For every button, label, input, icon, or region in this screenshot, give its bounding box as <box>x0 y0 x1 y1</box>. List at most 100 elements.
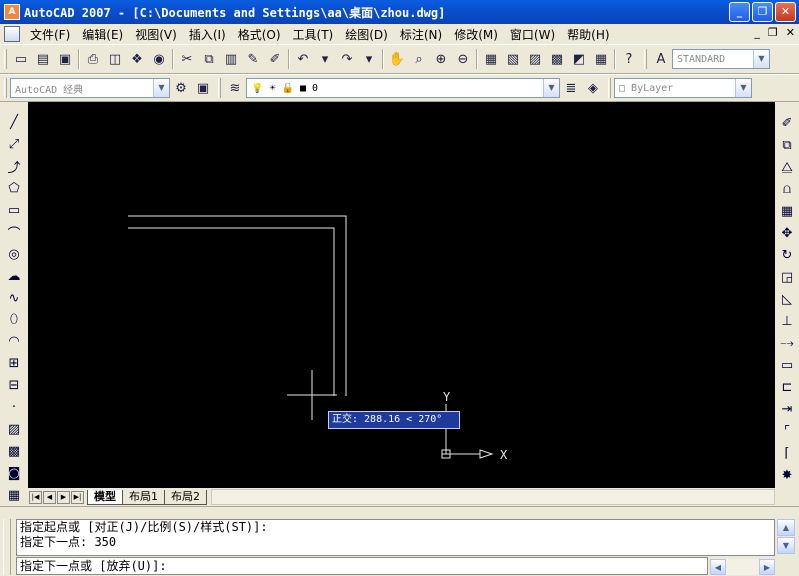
save-icon[interactable]: ▣ <box>54 48 76 70</box>
spline-icon[interactable]: ∿ <box>4 287 24 309</box>
command-input[interactable]: 指定下一点或 [放弃(U)]: <box>16 557 708 575</box>
design-center-icon[interactable]: ▧ <box>502 48 524 70</box>
menu-dimension[interactable]: 标注(N) <box>394 26 448 43</box>
undo-dropdown-icon[interactable]: ▾ <box>314 48 336 70</box>
extend-icon[interactable]: ⤍ <box>777 332 797 354</box>
revision-cloud-icon[interactable]: ☁ <box>4 265 24 287</box>
scroll-left-icon[interactable]: ◀ <box>710 559 726 575</box>
markup-icon[interactable]: ◩ <box>568 48 590 70</box>
help-icon[interactable]: ? <box>618 48 640 70</box>
copy-object-icon[interactable]: ⧉ <box>777 134 797 156</box>
break-at-point-icon[interactable]: ▭ <box>777 354 797 376</box>
color-control-select[interactable]: □ ByLayer ▼ <box>614 78 752 98</box>
make-object-layer-current-icon[interactable]: ≣ <box>560 77 582 99</box>
new-file-icon[interactable]: ▭ <box>10 48 32 70</box>
title-bar[interactable]: A AutoCAD 2007 - [C:\Documents and Setti… <box>0 0 799 24</box>
tool-palettes-icon[interactable]: ▨ <box>524 48 546 70</box>
doc-minimize-button[interactable]: _ <box>754 26 760 39</box>
workspace-select[interactable]: AutoCAD 经典 ▼ <box>10 78 170 98</box>
trim-icon[interactable]: ⊥ <box>777 310 797 332</box>
zoom-window-icon[interactable]: ⊕ <box>430 48 452 70</box>
explode-icon[interactable]: ✸ <box>777 464 797 486</box>
gradient-icon[interactable]: ▩ <box>4 440 24 462</box>
circle-icon[interactable]: ◎ <box>4 243 24 265</box>
redo-dropdown-icon[interactable]: ▾ <box>358 48 380 70</box>
ellipse-icon[interactable]: ⬯ <box>4 309 24 331</box>
menu-edit[interactable]: 编辑(E) <box>76 26 129 43</box>
chevron-down-icon[interactable]: ▼ <box>543 79 559 97</box>
tab-model[interactable]: 模型 <box>87 489 123 505</box>
command-vertical-scrollbar[interactable]: ▲ ▼ <box>777 519 795 556</box>
arc-icon[interactable]: ⌒ <box>4 221 24 243</box>
menu-insert[interactable]: 插入(I) <box>183 26 232 43</box>
text-style-select[interactable]: STANDARD ▼ <box>672 49 770 69</box>
scale-icon[interactable]: ◲ <box>777 266 797 288</box>
polyline-icon[interactable]: ⤴ <box>4 156 24 178</box>
table-icon[interactable]: ▦ <box>4 484 24 506</box>
tab-layout2[interactable]: 布局2 <box>164 489 207 505</box>
command-horizontal-scrollbar[interactable]: ◀ ▶ <box>710 559 775 575</box>
array-icon[interactable]: ▦ <box>777 200 797 222</box>
polygon-icon[interactable]: ⬠ <box>4 178 24 200</box>
fillet-icon[interactable]: ⌈ <box>777 442 797 464</box>
chamfer-icon[interactable]: ⌜ <box>777 420 797 442</box>
first-tab-icon[interactable]: |◀ <box>29 490 42 504</box>
insert-block-icon[interactable]: ⊞ <box>4 353 24 375</box>
properties-icon[interactable]: ▦ <box>480 48 502 70</box>
menu-file[interactable]: 文件(F) <box>24 26 76 43</box>
toolbar-grip[interactable] <box>644 49 647 69</box>
toolbar-grip[interactable] <box>608 78 611 98</box>
last-tab-icon[interactable]: ▶| <box>71 490 84 504</box>
text-style-icon[interactable]: A <box>650 48 672 70</box>
stretch-icon[interactable]: ◺ <box>777 288 797 310</box>
chevron-down-icon[interactable]: ▼ <box>753 50 769 68</box>
next-tab-icon[interactable]: ▶ <box>57 490 70 504</box>
menu-view[interactable]: 视图(V) <box>129 26 183 43</box>
pan-icon[interactable]: ✋ <box>386 48 408 70</box>
hatch-icon[interactable]: ▨ <box>4 418 24 440</box>
publish-icon[interactable]: ❖ <box>126 48 148 70</box>
point-icon[interactable]: · <box>4 397 24 419</box>
drawing-horizontal-scrollbar[interactable] <box>211 489 775 505</box>
workspace-settings-icon[interactable]: ⚙ <box>170 77 192 99</box>
block-editor-icon[interactable]: ✐ <box>264 48 286 70</box>
menu-window[interactable]: 窗口(W) <box>504 26 561 43</box>
restore-button[interactable]: ❐ <box>752 2 773 22</box>
chevron-down-icon[interactable]: ▼ <box>153 79 169 97</box>
line-icon[interactable]: ╱ <box>4 112 24 134</box>
make-block-icon[interactable]: ⊟ <box>4 375 24 397</box>
minimize-button[interactable]: _ <box>729 2 750 22</box>
plot-icon[interactable]: ⎙ <box>82 48 104 70</box>
copy-icon[interactable]: ⧉ <box>198 48 220 70</box>
menu-help[interactable]: 帮助(H) <box>561 26 615 43</box>
menu-draw[interactable]: 绘图(D) <box>339 26 394 43</box>
drawing-area[interactable]: 正交: 288.16 < 270° Y X <box>28 102 775 488</box>
document-icon[interactable] <box>4 26 20 42</box>
layer-select[interactable]: 💡 ☀ 🔓 ■ 0 ▼ <box>246 78 560 98</box>
menu-modify[interactable]: 修改(M) <box>448 26 504 43</box>
plot-preview-icon[interactable]: ◫ <box>104 48 126 70</box>
3d-dwf-icon[interactable]: ◉ <box>148 48 170 70</box>
calculator-icon[interactable]: ▦ <box>590 48 612 70</box>
doc-close-button[interactable]: ✕ <box>786 26 795 39</box>
paste-icon[interactable]: ▥ <box>220 48 242 70</box>
chevron-down-icon[interactable]: ▼ <box>735 79 751 97</box>
zoom-realtime-icon[interactable]: ⌕ <box>408 48 430 70</box>
toolbar-grip[interactable] <box>218 78 221 98</box>
close-button[interactable]: ✕ <box>775 2 796 22</box>
save-workspace-icon[interactable]: ▣ <box>192 77 214 99</box>
ellipse-arc-icon[interactable]: ◠ <box>4 331 24 353</box>
match-properties-icon[interactable]: ✎ <box>242 48 264 70</box>
construction-line-icon[interactable]: ⤢ <box>4 134 24 156</box>
tab-layout1[interactable]: 布局1 <box>122 489 165 505</box>
break-icon[interactable]: ⊏ <box>777 376 797 398</box>
layer-properties-icon[interactable]: ≋ <box>224 77 246 99</box>
redo-icon[interactable]: ↷ <box>336 48 358 70</box>
scroll-right-icon[interactable]: ▶ <box>759 559 775 575</box>
offset-icon[interactable]: ⩍ <box>777 178 797 200</box>
rectangle-icon[interactable]: ▭ <box>4 200 24 222</box>
command-window-grip[interactable] <box>3 519 11 575</box>
autocad-icon[interactable]: A <box>4 4 20 20</box>
menu-format[interactable]: 格式(O) <box>232 26 287 43</box>
scroll-down-icon[interactable]: ▼ <box>777 537 795 554</box>
